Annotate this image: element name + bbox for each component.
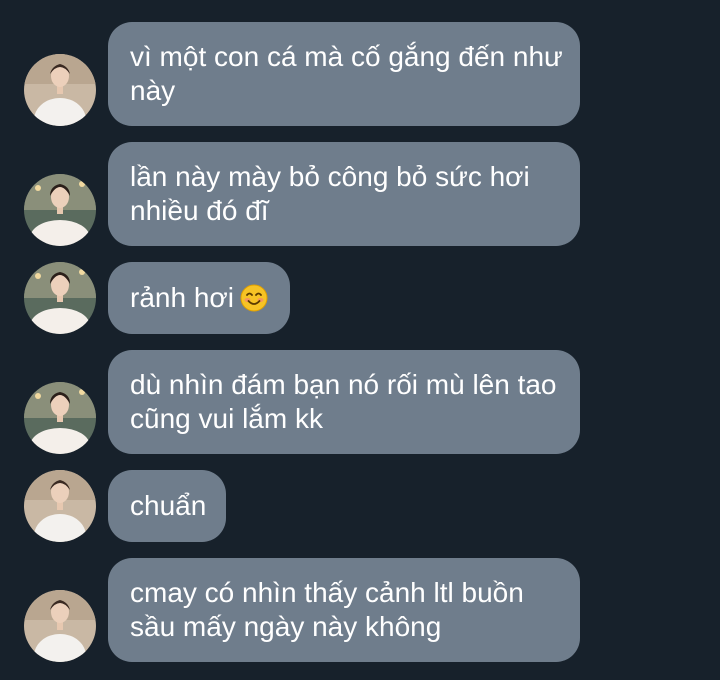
message-bubble[interactable]: dù nhìn đám bạn nó rối mù lên tao cũng v… [108,350,580,454]
message-bubble[interactable]: cmay có nhìn thấy cảnh ltl buồn sầu mấy … [108,558,580,662]
message-text: rảnh hơi [130,281,268,315]
message-text: này [130,75,176,106]
avatar[interactable] [24,174,96,246]
avatar[interactable] [24,382,96,454]
avatar[interactable] [24,470,96,542]
message-text: cũng vui lắm kk [130,403,323,434]
message-text: sầu mấy ngày này không [130,611,442,642]
profile-photo-white-dress-icon [24,382,96,454]
message-bubble[interactable]: chuẩn [108,470,226,542]
profile-photo-white-shirt-icon [24,470,96,542]
message-text: chuẩn [130,490,207,521]
avatar[interactable] [24,590,96,662]
avatar[interactable] [24,54,96,126]
message-text: lần này mày bỏ công bỏ sức hơi [130,161,530,192]
profile-photo-white-dress-icon [24,262,96,334]
message-text: nhiều đó đĩ [130,195,269,226]
profile-photo-white-dress-icon [24,174,96,246]
profile-photo-white-shirt-icon [24,590,96,662]
smiling-face-emoji-icon [240,284,268,312]
message-text: dù nhìn đám bạn nó rối mù lên tao [130,369,557,400]
message-text: vì một con cá mà cố gắng đến như [130,41,563,72]
message-bubble[interactable]: lần này mày bỏ công bỏ sức hơi nhiều đó … [108,142,580,246]
message-bubble[interactable]: vì một con cá mà cố gắng đến như này [108,22,580,126]
profile-photo-white-shirt-icon [24,54,96,126]
message-text: cmay có nhìn thấy cảnh ltl buồn [130,577,524,608]
message-bubble[interactable]: rảnh hơi [108,262,290,334]
avatar[interactable] [24,262,96,334]
